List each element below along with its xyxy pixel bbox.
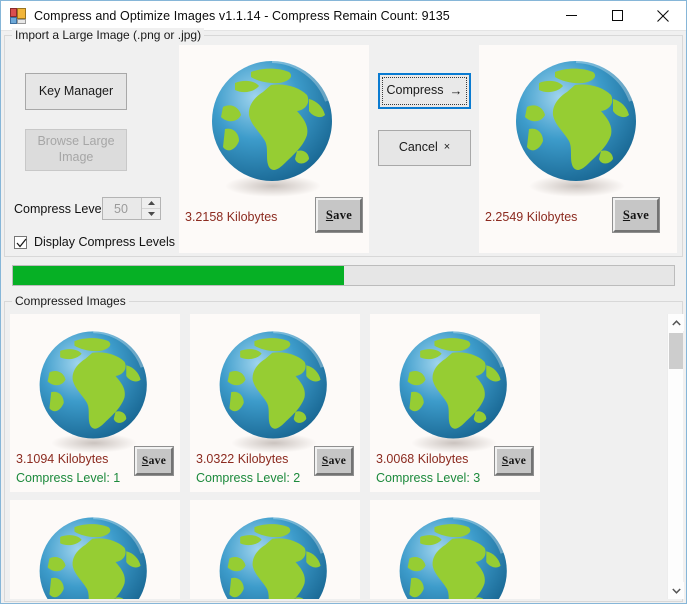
stepper-arrows[interactable] bbox=[141, 198, 160, 219]
save-compressed-button[interactable]: Save bbox=[134, 446, 174, 476]
save-compressed-button[interactable]: Save bbox=[494, 446, 534, 476]
stepper-down-icon[interactable] bbox=[142, 209, 160, 219]
original-size-label: 3.2158 Kilobytes bbox=[185, 210, 278, 224]
scroll-up-icon[interactable] bbox=[668, 314, 684, 331]
compressed-level-label: Compress Level: 1 bbox=[16, 471, 121, 485]
result-size-label: 2.2549 Kilobytes bbox=[485, 210, 578, 224]
globe-earth-europe-africa-icon bbox=[399, 515, 507, 599]
check-icon bbox=[16, 238, 27, 248]
compressed-level-label: Compress Level: 2 bbox=[196, 471, 301, 485]
compressed-level-label: Compress Level: 3 bbox=[376, 471, 481, 485]
compress-button-label: Compress bbox=[386, 83, 444, 98]
compressed-thumbnail bbox=[10, 512, 180, 599]
save-result-button[interactable]: Save bbox=[612, 197, 660, 233]
globe-earth-europe-africa-icon bbox=[219, 329, 327, 453]
arrow-right-icon: → bbox=[449, 82, 463, 98]
title-bar: Compress and Optimize Images v1.1.14 - C… bbox=[1, 1, 686, 31]
globe-earth-europe-africa-icon bbox=[39, 515, 147, 599]
browse-large-image-button[interactable]: Browse Large Image bbox=[25, 129, 127, 171]
list-item[interactable]: 3.0068 Kilobytes Compress Level: 3 Save bbox=[370, 314, 540, 492]
save-compressed-button[interactable]: Save bbox=[314, 446, 354, 476]
compressed-thumbnail bbox=[10, 326, 180, 460]
scroll-down-icon[interactable] bbox=[668, 582, 684, 599]
app-tiles-icon bbox=[10, 7, 26, 24]
compress-level-label: Compress Level: bbox=[14, 202, 108, 216]
compress-level-value[interactable]: 50 bbox=[103, 198, 141, 219]
result-image-panel: 2.2549 Kilobytes Save bbox=[479, 45, 677, 253]
import-group-title: Import a Large Image (.png or .jpg) bbox=[12, 28, 205, 42]
original-image bbox=[179, 55, 369, 205]
display-compress-levels-checkbox[interactable]: Display Compress Levels bbox=[14, 235, 175, 249]
compressed-size-label: 3.1094 Kilobytes bbox=[16, 452, 109, 466]
maximize-button[interactable] bbox=[594, 1, 640, 30]
minimize-button[interactable] bbox=[548, 1, 594, 30]
application-window: Compress and Optimize Images v1.1.14 - C… bbox=[0, 0, 687, 604]
compressed-size-label: 3.0322 Kilobytes bbox=[196, 452, 289, 466]
globe-earth-europe-africa-icon bbox=[212, 59, 332, 197]
compressed-thumbnail bbox=[190, 512, 360, 599]
compressed-images-title: Compressed Images bbox=[12, 294, 129, 308]
list-item[interactable] bbox=[190, 500, 360, 599]
stepper-up-icon[interactable] bbox=[142, 198, 160, 209]
compress-level-stepper[interactable]: 50 bbox=[102, 197, 161, 220]
window-controls bbox=[548, 1, 686, 30]
compression-progress-bar bbox=[12, 265, 675, 286]
globe-earth-europe-africa-icon bbox=[39, 329, 147, 453]
compressed-thumbnail bbox=[190, 326, 360, 460]
result-image bbox=[479, 55, 677, 205]
cancel-button[interactable]: Cancel × bbox=[378, 130, 471, 166]
compressed-thumbnail bbox=[370, 512, 540, 599]
compressed-thumbnail bbox=[370, 326, 540, 460]
scrollbar-thumb[interactable] bbox=[669, 333, 683, 369]
compressed-images-scroll-area[interactable]: 3.1094 Kilobytes Compress Level: 1 Save bbox=[10, 314, 667, 599]
progress-fill bbox=[13, 266, 344, 285]
vertical-scrollbar[interactable] bbox=[667, 314, 684, 599]
cancel-button-label: Cancel bbox=[398, 140, 438, 155]
list-item[interactable]: 3.1094 Kilobytes Compress Level: 1 Save bbox=[10, 314, 180, 492]
key-manager-button[interactable]: Key Manager bbox=[25, 73, 127, 110]
window-title: Compress and Optimize Images v1.1.14 - C… bbox=[34, 8, 450, 23]
globe-earth-europe-africa-icon bbox=[516, 59, 636, 197]
checkbox-label: Display Compress Levels bbox=[34, 235, 176, 249]
list-item[interactable] bbox=[370, 500, 540, 599]
close-button[interactable] bbox=[640, 1, 686, 30]
compress-button[interactable]: Compress → bbox=[378, 73, 471, 109]
close-x-icon: × bbox=[443, 141, 451, 154]
list-item[interactable] bbox=[10, 500, 180, 599]
compressed-size-label: 3.0068 Kilobytes bbox=[376, 452, 469, 466]
checkbox-box[interactable] bbox=[14, 235, 27, 249]
list-item[interactable]: 3.0322 Kilobytes Compress Level: 2 Save bbox=[190, 314, 360, 492]
globe-earth-europe-africa-icon bbox=[399, 329, 507, 453]
original-image-panel: 3.2158 Kilobytes Save bbox=[179, 45, 369, 253]
globe-earth-europe-africa-icon bbox=[219, 515, 327, 599]
save-original-button[interactable]: Save bbox=[315, 197, 363, 233]
